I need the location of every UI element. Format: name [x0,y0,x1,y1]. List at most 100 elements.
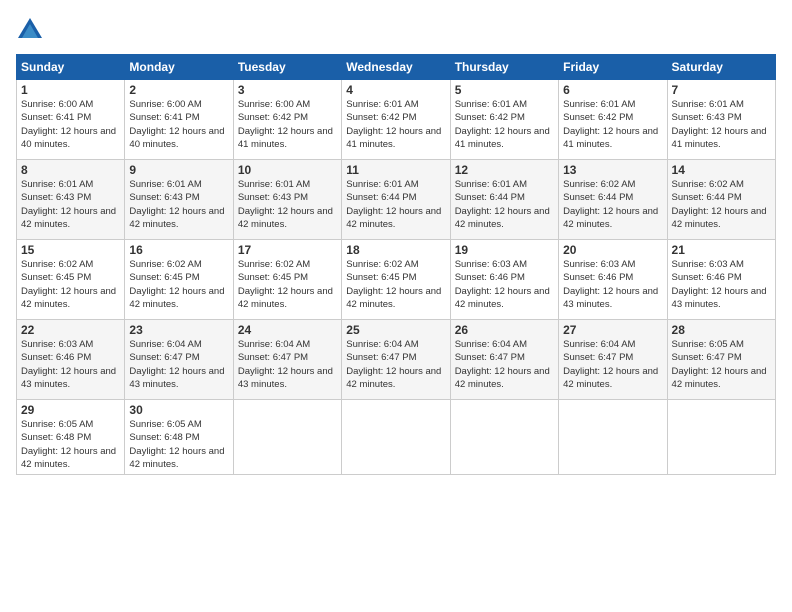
day-info: Sunrise: 6:00 AM Sunset: 6:41 PM Dayligh… [21,98,120,151]
sunrise-text: Sunrise: 6:04 AM [563,339,635,350]
sunrise-text: Sunrise: 6:00 AM [129,99,201,110]
calendar-cell: 19 Sunrise: 6:03 AM Sunset: 6:46 PM Dayl… [450,240,558,320]
day-info: Sunrise: 6:04 AM Sunset: 6:47 PM Dayligh… [455,338,554,391]
sunset-text: Sunset: 6:45 PM [346,272,416,283]
sunset-text: Sunset: 6:44 PM [563,192,633,203]
calendar-header-thursday: Thursday [450,55,558,80]
daylight-text: Daylight: 12 hours and 43 minutes. [129,366,224,390]
day-number: 3 [238,83,337,97]
day-info: Sunrise: 6:01 AM Sunset: 6:44 PM Dayligh… [346,178,445,231]
daylight-text: Daylight: 12 hours and 43 minutes. [238,366,333,390]
sunset-text: Sunset: 6:42 PM [563,112,633,123]
day-info: Sunrise: 6:02 AM Sunset: 6:45 PM Dayligh… [346,258,445,311]
calendar-cell: 27 Sunrise: 6:04 AM Sunset: 6:47 PM Dayl… [559,320,667,400]
daylight-text: Daylight: 12 hours and 42 minutes. [672,366,767,390]
day-info: Sunrise: 6:01 AM Sunset: 6:42 PM Dayligh… [346,98,445,151]
sunset-text: Sunset: 6:47 PM [346,352,416,363]
day-info: Sunrise: 6:02 AM Sunset: 6:44 PM Dayligh… [563,178,662,231]
day-number: 7 [672,83,771,97]
day-number: 9 [129,163,228,177]
daylight-text: Daylight: 12 hours and 42 minutes. [563,366,658,390]
day-number: 11 [346,163,445,177]
sunrise-text: Sunrise: 6:02 AM [672,179,744,190]
sunrise-text: Sunrise: 6:04 AM [346,339,418,350]
calendar-cell: 6 Sunrise: 6:01 AM Sunset: 6:42 PM Dayli… [559,80,667,160]
daylight-text: Daylight: 12 hours and 41 minutes. [672,126,767,150]
sunset-text: Sunset: 6:41 PM [129,112,199,123]
sunrise-text: Sunrise: 6:01 AM [129,179,201,190]
sunrise-text: Sunrise: 6:05 AM [129,419,201,430]
calendar-week-row: 22 Sunrise: 6:03 AM Sunset: 6:46 PM Dayl… [17,320,776,400]
calendar-week-row: 8 Sunrise: 6:01 AM Sunset: 6:43 PM Dayli… [17,160,776,240]
day-number: 16 [129,243,228,257]
sunset-text: Sunset: 6:41 PM [21,112,91,123]
logo-icon [16,16,44,44]
logo [16,16,46,44]
daylight-text: Daylight: 12 hours and 42 minutes. [21,446,116,470]
sunrise-text: Sunrise: 6:04 AM [455,339,527,350]
calendar-cell: 12 Sunrise: 6:01 AM Sunset: 6:44 PM Dayl… [450,160,558,240]
page: SundayMondayTuesdayWednesdayThursdayFrid… [0,0,792,612]
day-number: 14 [672,163,771,177]
day-number: 30 [129,403,228,417]
day-number: 20 [563,243,662,257]
sunrise-text: Sunrise: 6:02 AM [21,259,93,270]
calendar-header-row: SundayMondayTuesdayWednesdayThursdayFrid… [17,55,776,80]
sunrise-text: Sunrise: 6:01 AM [563,99,635,110]
sunrise-text: Sunrise: 6:01 AM [672,99,744,110]
sunrise-text: Sunrise: 6:02 AM [563,179,635,190]
day-info: Sunrise: 6:05 AM Sunset: 6:48 PM Dayligh… [21,418,120,471]
calendar-cell: 13 Sunrise: 6:02 AM Sunset: 6:44 PM Dayl… [559,160,667,240]
day-number: 1 [21,83,120,97]
daylight-text: Daylight: 12 hours and 42 minutes. [455,366,550,390]
day-number: 8 [21,163,120,177]
calendar-cell: 1 Sunrise: 6:00 AM Sunset: 6:41 PM Dayli… [17,80,125,160]
day-info: Sunrise: 6:01 AM Sunset: 6:43 PM Dayligh… [21,178,120,231]
day-info: Sunrise: 6:03 AM Sunset: 6:46 PM Dayligh… [672,258,771,311]
calendar-header-friday: Friday [559,55,667,80]
calendar-cell: 4 Sunrise: 6:01 AM Sunset: 6:42 PM Dayli… [342,80,450,160]
sunset-text: Sunset: 6:43 PM [238,192,308,203]
daylight-text: Daylight: 12 hours and 42 minutes. [346,206,441,230]
sunrise-text: Sunrise: 6:03 AM [672,259,744,270]
sunrise-text: Sunrise: 6:01 AM [238,179,310,190]
calendar-cell: 7 Sunrise: 6:01 AM Sunset: 6:43 PM Dayli… [667,80,775,160]
sunrise-text: Sunrise: 6:04 AM [129,339,201,350]
sunset-text: Sunset: 6:43 PM [21,192,91,203]
day-info: Sunrise: 6:04 AM Sunset: 6:47 PM Dayligh… [346,338,445,391]
day-info: Sunrise: 6:00 AM Sunset: 6:42 PM Dayligh… [238,98,337,151]
sunset-text: Sunset: 6:42 PM [455,112,525,123]
sunrise-text: Sunrise: 6:01 AM [21,179,93,190]
day-number: 21 [672,243,771,257]
day-info: Sunrise: 6:01 AM Sunset: 6:43 PM Dayligh… [672,98,771,151]
calendar-cell: 18 Sunrise: 6:02 AM Sunset: 6:45 PM Dayl… [342,240,450,320]
day-number: 12 [455,163,554,177]
day-number: 25 [346,323,445,337]
daylight-text: Daylight: 12 hours and 40 minutes. [129,126,224,150]
day-info: Sunrise: 6:00 AM Sunset: 6:41 PM Dayligh… [129,98,228,151]
day-info: Sunrise: 6:02 AM Sunset: 6:44 PM Dayligh… [672,178,771,231]
sunset-text: Sunset: 6:48 PM [21,432,91,443]
sunset-text: Sunset: 6:47 PM [672,352,742,363]
sunset-text: Sunset: 6:47 PM [129,352,199,363]
calendar-cell: 9 Sunrise: 6:01 AM Sunset: 6:43 PM Dayli… [125,160,233,240]
calendar-cell: 11 Sunrise: 6:01 AM Sunset: 6:44 PM Dayl… [342,160,450,240]
calendar-cell [559,400,667,475]
calendar-cell: 21 Sunrise: 6:03 AM Sunset: 6:46 PM Dayl… [667,240,775,320]
sunset-text: Sunset: 6:44 PM [455,192,525,203]
sunset-text: Sunset: 6:45 PM [129,272,199,283]
day-number: 2 [129,83,228,97]
daylight-text: Daylight: 12 hours and 42 minutes. [21,286,116,310]
calendar-cell: 24 Sunrise: 6:04 AM Sunset: 6:47 PM Dayl… [233,320,341,400]
day-number: 24 [238,323,337,337]
sunrise-text: Sunrise: 6:02 AM [238,259,310,270]
daylight-text: Daylight: 12 hours and 42 minutes. [238,286,333,310]
calendar-cell [342,400,450,475]
calendar-cell: 15 Sunrise: 6:02 AM Sunset: 6:45 PM Dayl… [17,240,125,320]
day-info: Sunrise: 6:04 AM Sunset: 6:47 PM Dayligh… [238,338,337,391]
daylight-text: Daylight: 12 hours and 42 minutes. [129,446,224,470]
sunrise-text: Sunrise: 6:05 AM [21,419,93,430]
sunset-text: Sunset: 6:47 PM [238,352,308,363]
calendar-cell [450,400,558,475]
calendar-cell: 28 Sunrise: 6:05 AM Sunset: 6:47 PM Dayl… [667,320,775,400]
